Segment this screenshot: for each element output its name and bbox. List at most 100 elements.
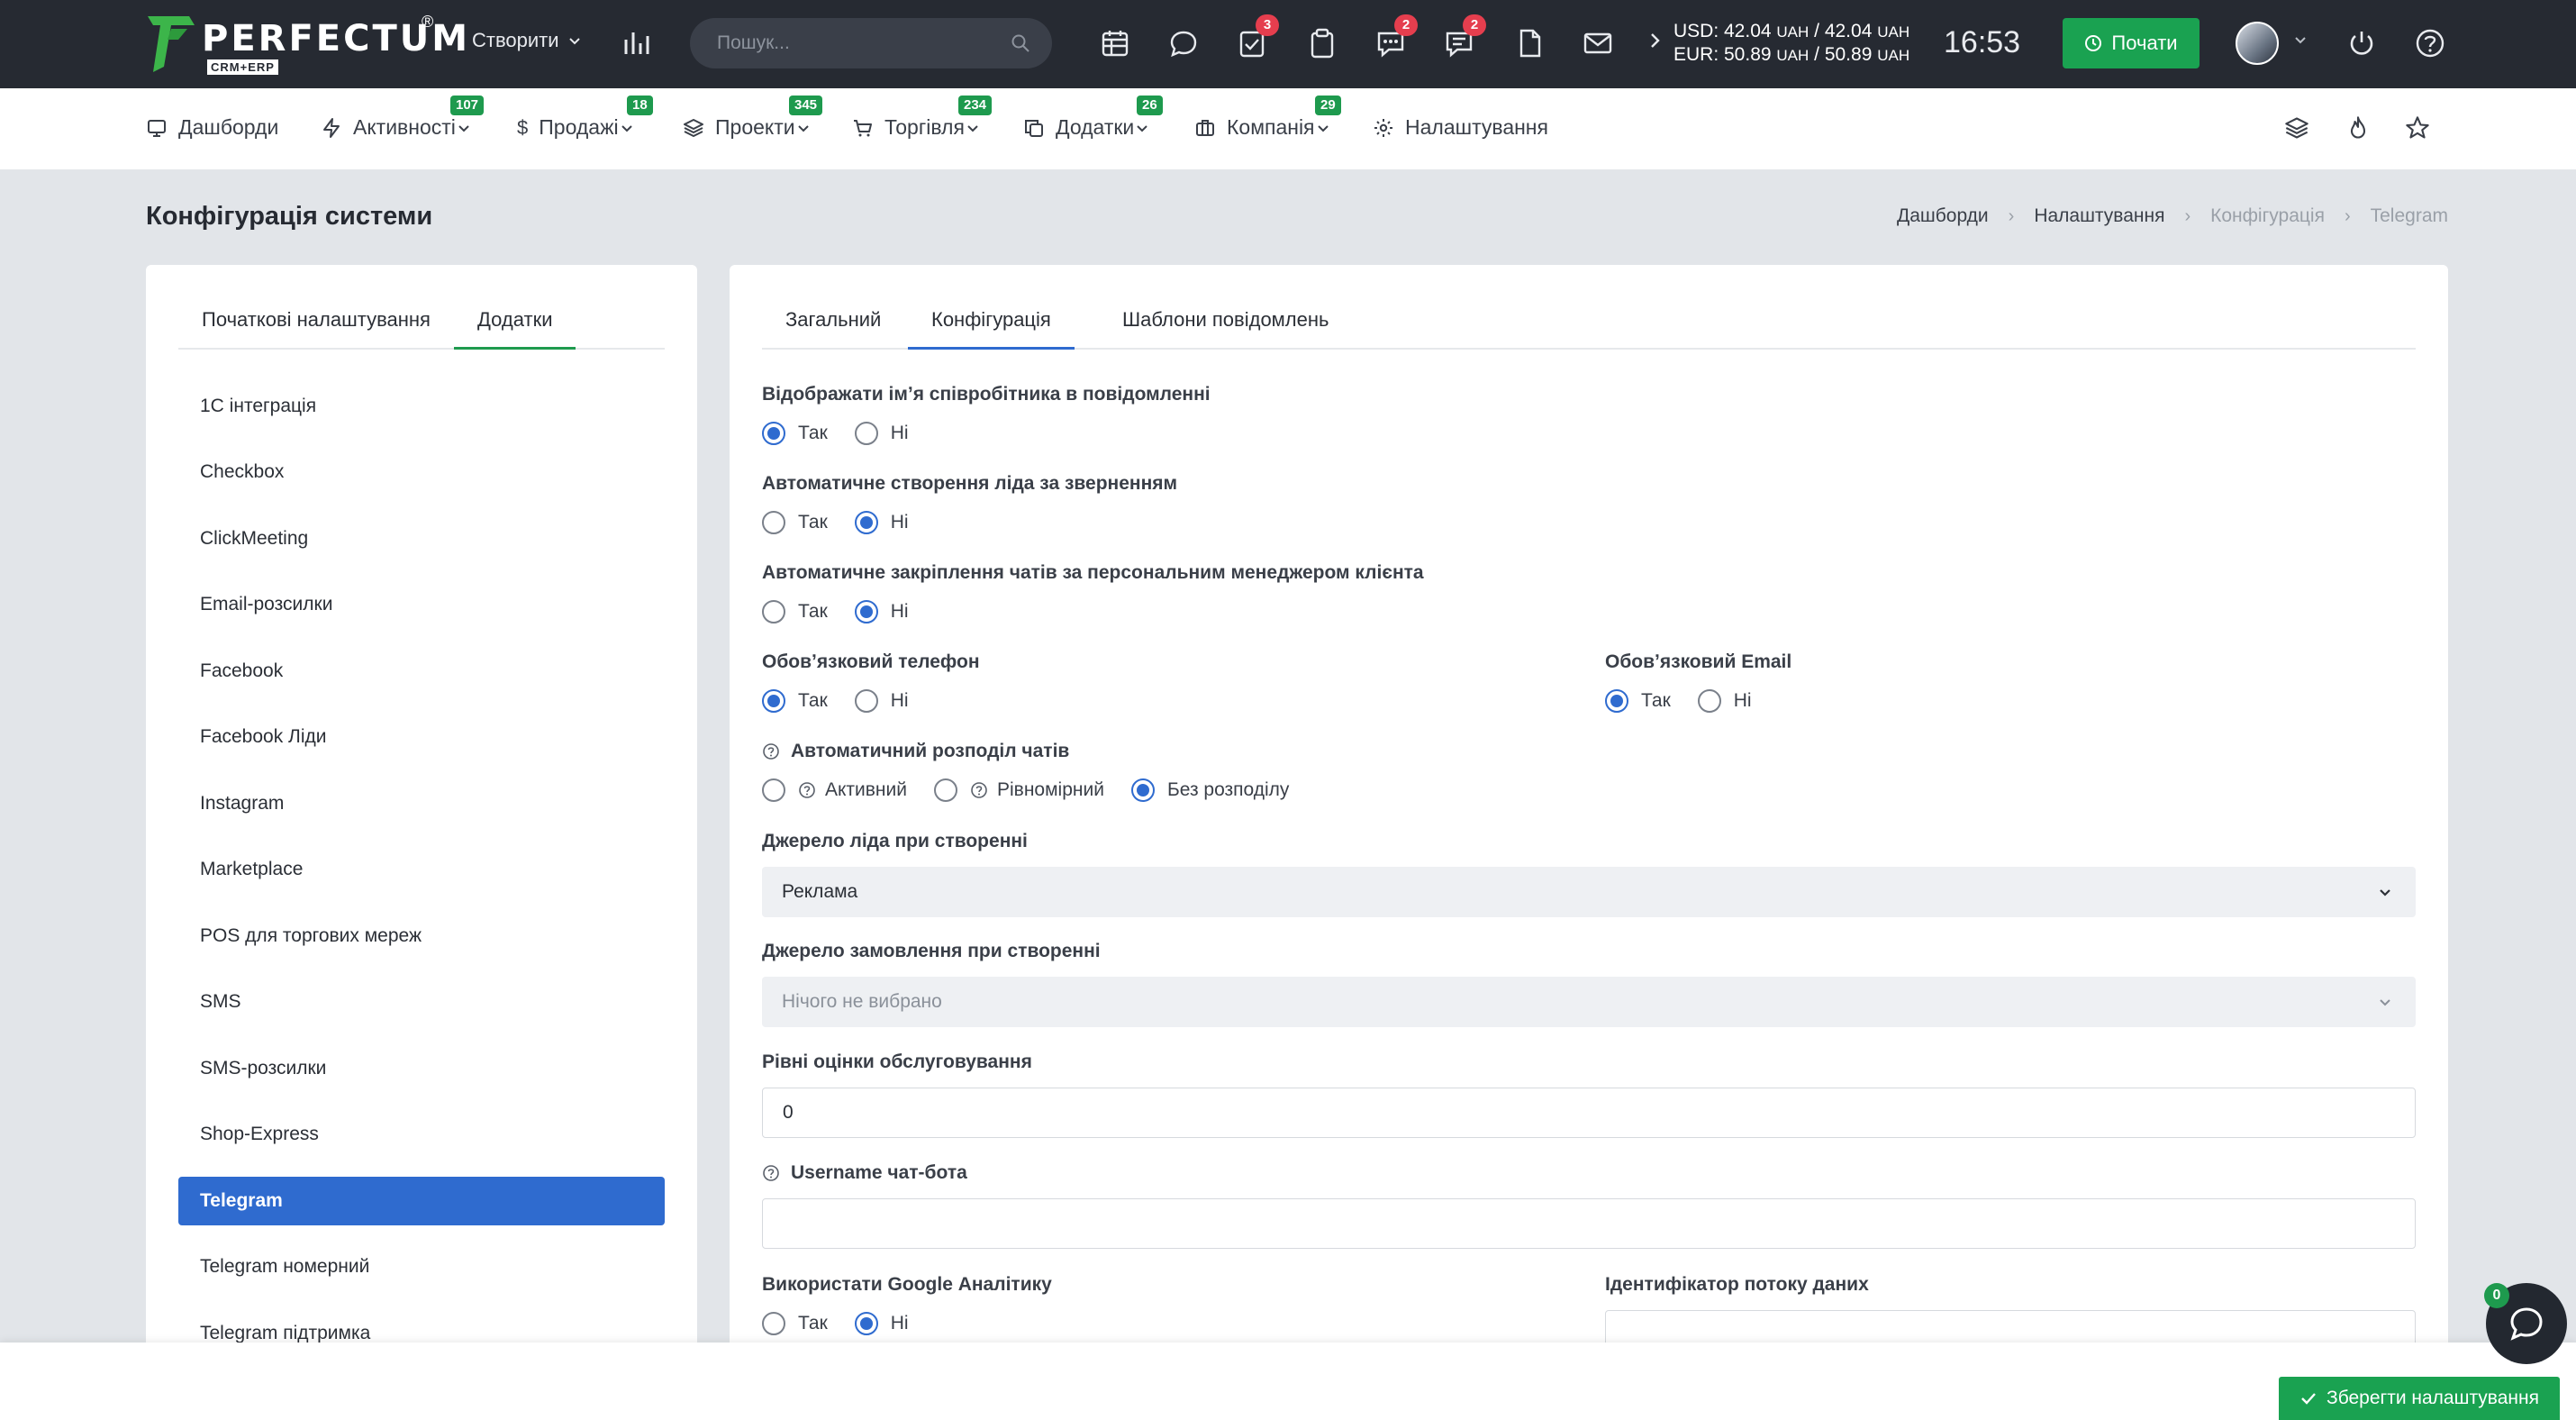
sidebar-item-shop-express[interactable]: Shop-Express [178,1110,665,1159]
start-timer-button[interactable]: Почати [2063,18,2200,68]
search-icon[interactable] [1011,33,1030,53]
nav-item-activities[interactable]: Активності 107 [321,96,485,140]
breadcrumb-item[interactable]: Дашборди [1897,205,1989,227]
sidebar-item-marketplace[interactable]: Marketplace [178,845,665,894]
radio-button[interactable] [1130,778,1155,802]
sidebar-item-facebook[interactable]: Facebook [178,647,665,696]
radio-button[interactable] [1605,689,1628,713]
tab-initial-settings[interactable]: Початкові налаштування [178,305,454,350]
radio-button[interactable] [762,600,785,624]
search-bar[interactable] [690,18,1052,68]
radio-yes[interactable]: Так [762,422,828,445]
tab-configuration[interactable]: Конфігурація [908,305,1075,350]
help-circle-icon[interactable] [762,742,780,760]
sidebar-item-clickmeeting[interactable]: ClickMeeting [178,514,665,563]
user-avatar[interactable] [2236,22,2279,65]
radio-no[interactable]: Ні [854,600,909,624]
radio-button[interactable] [762,422,785,445]
sidebar-item-instagram[interactable]: Instagram [178,779,665,828]
radio-label: Рівномірний [997,779,1104,800]
order-source-select[interactable]: Нічого не вибрано [762,977,2416,1027]
nav-item-company[interactable]: Компанія 29 [1194,96,1341,140]
bar-chart-icon[interactable] [621,27,652,58]
tab-general[interactable]: Загальний [762,305,904,350]
save-settings-button[interactable]: Зберегти налаштування [2279,1377,2560,1420]
radio-button[interactable] [854,422,878,445]
radio-button[interactable] [854,1312,878,1335]
nav-item-dashboards[interactable]: Дашборди [146,115,278,140]
radio-no[interactable]: Ні [854,511,909,534]
nav-item-settings[interactable]: Налаштування [1373,115,1548,140]
radio-no[interactable]: Ні [854,689,909,713]
eur-rate: EUR: 50.89 UAH / 50.89 UAH [1673,44,1910,65]
radio-yes[interactable]: Так [762,1312,828,1335]
flame-icon[interactable] [2345,115,2371,141]
calendar-icon[interactable] [1099,27,1131,59]
document-icon[interactable] [1513,27,1546,59]
sidebar-item-sms[interactable]: SMS [178,978,665,1026]
tasks-icon[interactable]: 3 [1236,14,1279,59]
sidebar-item-telegram-number[interactable]: Telegram номерний [178,1242,665,1291]
perfectum-logo[interactable]: PERFECTUM ® CRM+ERP [144,13,467,76]
tab-addons[interactable]: Додатки [454,305,576,350]
chevron-right-icon[interactable] [1648,31,1663,50]
power-icon[interactable] [2345,27,2378,59]
lead-source-select[interactable]: Реклама [762,867,2416,917]
radio-button[interactable] [854,511,878,534]
radio-no[interactable]: Ні [1697,689,1752,713]
radio-yes[interactable]: Так [762,600,828,624]
chat-bubble-icon[interactable] [1167,27,1200,59]
help-circle-icon[interactable] [798,781,816,799]
radio-none[interactable]: Без розподілу [1130,778,1289,802]
nav-label: Продажі [539,115,619,139]
nav-item-sales[interactable]: $ Продажі 18 [517,96,653,140]
sidebar-item-sms-mailing[interactable]: SMS-розсилки [178,1044,665,1093]
sidebar-item-facebook-leads[interactable]: Facebook Ліди [178,713,665,761]
nav-item-trade[interactable]: Торгівля 234 [852,96,993,140]
radio-no[interactable]: Ні [854,1312,909,1335]
messages-icon[interactable]: 2 [1443,14,1486,59]
create-label: Створити [472,29,559,51]
search-input[interactable] [717,32,1011,54]
radio-button[interactable] [762,689,785,713]
breadcrumb-item[interactable]: Конфігурація [2210,205,2325,227]
help-icon[interactable] [2414,27,2446,59]
radio-label: Так [798,690,828,711]
clipboard-icon[interactable] [1306,27,1338,59]
chevron-down-icon [1137,124,1147,132]
radio-yes[interactable]: Так [1605,689,1671,713]
sidebar-item-telegram[interactable]: Telegram [178,1177,665,1225]
layers-icon[interactable] [2284,115,2309,141]
sidebar-item-pos[interactable]: POS для торгових мереж [178,912,665,960]
radio-yes[interactable]: Так [762,689,828,713]
nav-item-addons[interactable]: Додатки 26 [1023,96,1163,140]
sidebar-item-checkbox[interactable]: Checkbox [178,448,665,496]
radio-button[interactable] [934,778,957,802]
chevron-down-icon[interactable] [2293,32,2308,47]
breadcrumb-item[interactable]: Налаштування [2034,205,2164,227]
settings-sidebar: Початкові налаштування Додатки 1С інтегр… [146,265,697,1420]
radio-button[interactable] [1697,689,1721,713]
sidebar-item-email[interactable]: Email-розсилки [178,580,665,629]
radio-yes[interactable]: Так [762,511,828,534]
star-icon[interactable] [2405,115,2430,141]
radio-button[interactable] [854,689,878,713]
radio-button[interactable] [762,511,785,534]
radio-active[interactable]: Активний [762,778,907,802]
radio-button[interactable] [762,1312,785,1335]
radio-no[interactable]: Ні [854,422,909,445]
radio-even[interactable]: Рівномірний [934,778,1104,802]
help-circle-icon[interactable] [762,1164,780,1182]
radio-button[interactable] [762,778,785,802]
tab-message-templates[interactable]: Шаблони повідомлень [1099,305,1353,350]
mail-icon[interactable] [1582,27,1614,59]
help-circle-icon[interactable] [970,781,988,799]
bot-username-input[interactable] [762,1198,2416,1249]
radio-label: Так [798,512,828,532]
create-menu-button[interactable]: Створити [472,29,581,52]
radio-button[interactable] [854,600,878,624]
rating-levels-input[interactable]: 0 [762,1088,2416,1138]
sidebar-item-1c[interactable]: 1С інтеграція [178,382,665,431]
chat-dots-icon[interactable]: 2 [1374,14,1418,59]
nav-item-projects[interactable]: Проекти 345 [683,96,823,140]
